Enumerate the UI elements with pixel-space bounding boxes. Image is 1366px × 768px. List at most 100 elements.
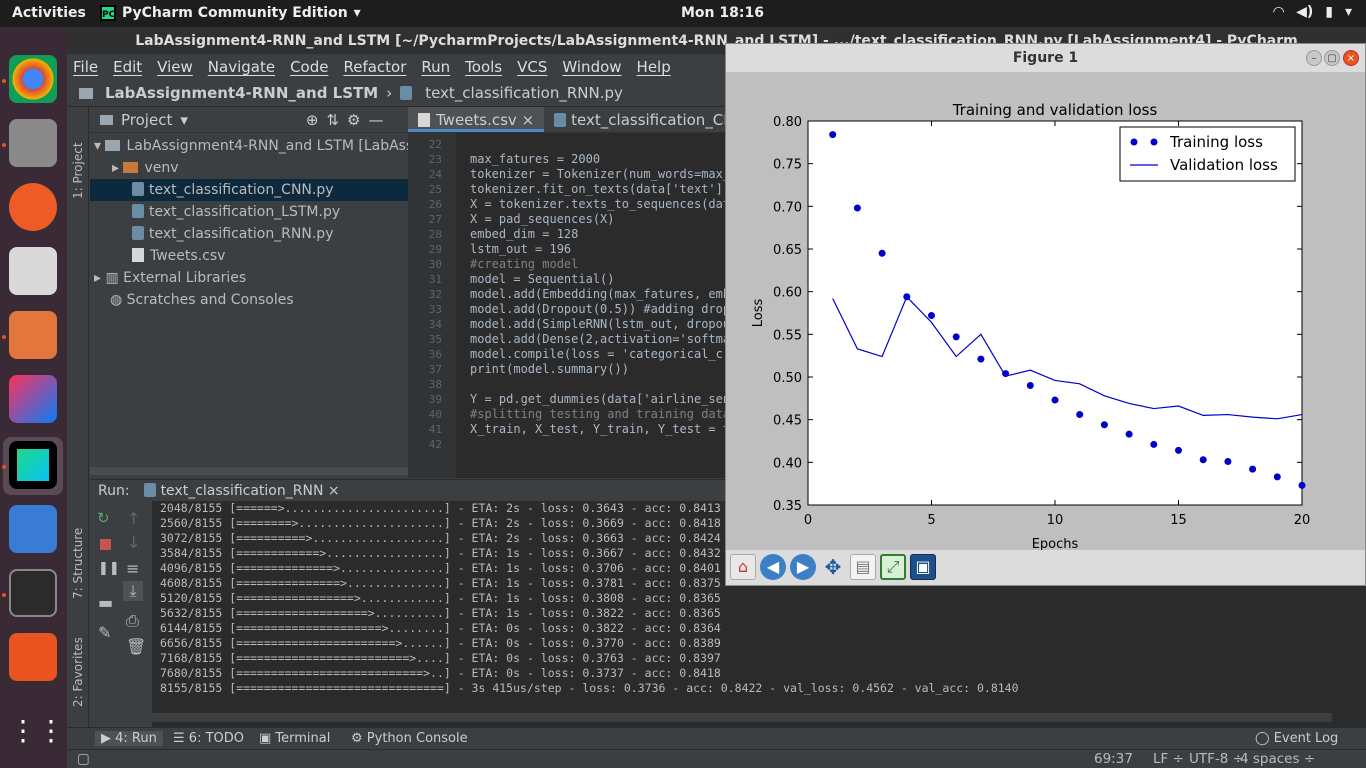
chevron-down-icon[interactable]: ▾ [180,111,188,129]
intellij-icon[interactable] [9,375,57,423]
chevron-down-icon[interactable]: ▾ [1345,4,1352,20]
wifi-icon[interactable]: ◠ [1273,4,1284,20]
menu-code[interactable]: Code [290,58,328,76]
pin-icon[interactable]: ✎ [98,623,111,642]
forward-icon[interactable]: ▶ [790,554,816,580]
menu-run[interactable]: Run [421,58,450,76]
caret-position[interactable]: 69:37 [1094,751,1133,767]
legend-label-training: Training loss [1169,133,1263,151]
menu-window[interactable]: Window [562,58,621,76]
menu-edit[interactable]: Edit [113,58,142,76]
tree-item-csv-file[interactable]: Tweets.csv [90,245,408,267]
code-editor[interactable]: max_fatures = 2000 tokenizer = Tokenizer(… [456,133,728,478]
system-top-bar: Activities PC PyCharm Community Edition … [0,0,1366,27]
down-arrow-icon[interactable]: ↓ [127,533,140,552]
close-window-button[interactable]: × [1343,50,1359,66]
writer-icon[interactable] [9,505,57,553]
close-icon[interactable]: × [522,111,535,129]
tool-window-toggle-icon[interactable]: ▢ [77,751,90,767]
training-loss-point [977,355,985,363]
y-tick-label: 0.75 [773,158,802,173]
rerun-icon[interactable]: ↻ [97,509,110,527]
tree-item-rnn-file[interactable]: text_classification_RNN.py [90,223,408,245]
tree-item-lstm-file[interactable]: text_classification_LSTM.py [90,201,408,223]
menu-tools[interactable]: Tools [465,58,502,76]
line-separator[interactable]: LF ÷ [1153,751,1184,767]
tab-tweets-csv[interactable]: Tweets.csv × [408,107,545,132]
close-icon[interactable]: × [328,483,340,499]
chevron-down-icon: ▾ [353,5,361,21]
file-encoding[interactable]: UTF-8 ÷ [1189,751,1244,767]
menu-refactor[interactable]: Refactor [343,58,406,76]
tree-item-project-root[interactable]: ▾ LabAssignment4-RNN_and LSTM [LabAssign… [90,135,486,157]
collapse-icon[interactable]: ⇅ [326,111,339,129]
scroll-to-end-icon[interactable]: ⤓ [123,581,143,601]
favorites-tool-tab[interactable]: 2: Favorites [71,637,85,707]
gear-icon[interactable]: ⚙ [347,111,360,129]
home-icon[interactable]: ⌂ [730,554,756,580]
system-tray[interactable]: ◠ ◀) ▮ ▾ [1273,4,1352,20]
project-view-selector[interactable]: Project [121,111,172,129]
run-config-tab[interactable]: text_classification_RNN × [143,482,340,499]
menu-view[interactable]: View [157,58,193,76]
terminal-icon[interactable] [9,569,57,617]
menu-help[interactable]: Help [637,58,671,76]
indent-setting[interactable]: 4 spaces ÷ [1240,751,1315,767]
event-log-button[interactable]: ◯ Event Log [1255,731,1338,746]
tab-todo[interactable]: ☰ 6: TODO [173,731,244,746]
pause-icon[interactable]: ❚❚ [98,561,120,576]
up-arrow-icon[interactable]: ↑ [127,509,140,528]
postman-icon[interactable] [9,183,57,231]
stop-icon[interactable] [100,539,111,550]
folder-icon [79,87,93,99]
figure-canvas[interactable]: Training and validation loss Epochs Loss 0 5… [726,72,1365,552]
impress-icon[interactable] [9,311,57,359]
show-apps-icon[interactable]: ⋮⋮ [9,709,65,757]
code-line: X = tokenizer.texts_to_sequences(data['t… [470,197,728,211]
software-center-icon[interactable] [9,633,57,681]
tree-item-scratches[interactable]: ◍ Scratches and Consoles [90,289,408,311]
breadcrumb-project[interactable]: LabAssignment4-RNN_and LSTM [105,84,378,102]
tab-terminal[interactable]: ▣ Terminal [259,731,330,746]
minimize-window-button[interactable]: – [1306,50,1322,66]
menu-vcs[interactable]: VCS [517,58,547,76]
tree-item-cnn-file[interactable]: text_classification_CNN.py [90,179,408,201]
pycharm-dock-icon[interactable] [9,441,57,489]
console-horizontal-scrollbar[interactable] [152,713,1332,722]
left-tool-stripe: 1: Project 7: Structure 2: Favorites [67,107,89,727]
back-icon[interactable]: ◀ [760,554,786,580]
tab-python-console[interactable]: ⚙ Python Console [351,731,468,746]
files-icon[interactable] [9,119,57,167]
menu-navigate[interactable]: Navigate [208,58,275,76]
zoom-icon[interactable]: ⤢ [880,554,906,580]
horizontal-scrollbar[interactable] [90,467,408,475]
app-menu[interactable]: PC PyCharm Community Edition ▾ [100,5,361,21]
menu-file[interactable]: File [73,58,98,76]
soft-wrap-icon[interactable]: ≡ [126,559,139,578]
clock[interactable]: Mon 18:16 [681,5,764,21]
volume-icon[interactable]: ◀) [1296,4,1313,20]
code-line: model = Sequential() [470,272,615,286]
chevron-down-icon: ▾ [94,138,106,154]
trash-icon[interactable]: 🗑 [126,637,146,656]
pan-icon[interactable]: ✥ [820,554,846,580]
configure-icon[interactable]: ▤ [850,554,876,580]
breadcrumb-file[interactable]: text_classification_RNN.py [425,84,623,102]
activities-button[interactable]: Activities [12,5,86,21]
chrome-icon[interactable] [9,55,57,103]
print-icon[interactable]: ⎙ [126,611,139,631]
save-icon[interactable]: ▣ [910,554,936,580]
figure-window-title: Figure 1 [726,44,1365,72]
minimize-icon[interactable]: — [368,111,383,129]
tab-run[interactable]: ▶ 4: Run [95,731,163,746]
tree-item-external-libraries[interactable]: ▸ ▥ External Libraries [90,267,408,289]
project-tool-tab[interactable]: 1: Project [71,142,85,199]
line-number: 22 [428,138,442,151]
locate-icon[interactable]: ⊕ [306,111,319,129]
structure-tool-tab[interactable]: 7: Structure [71,528,85,599]
maximize-window-button[interactable]: ▢ [1324,50,1340,66]
layout-icon[interactable]: ▬ [98,593,113,612]
battery-icon[interactable]: ▮ [1325,4,1333,20]
speaker-app-icon[interactable] [9,247,57,295]
tree-item-venv[interactable]: ▸ venv [90,157,408,179]
